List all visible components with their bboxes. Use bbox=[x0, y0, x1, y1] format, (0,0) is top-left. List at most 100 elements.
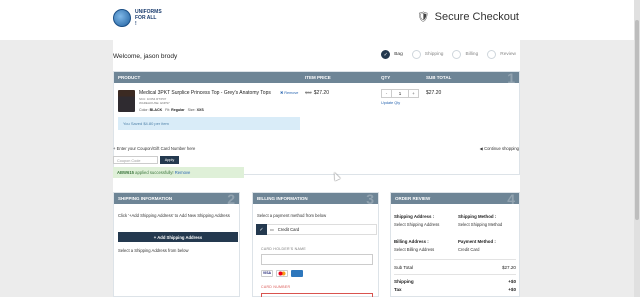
shipping-cost-value: +$0 bbox=[508, 279, 516, 284]
step-dot-icon bbox=[487, 50, 497, 59]
size-value: XXS bbox=[196, 108, 204, 112]
shipping-method-label: Shipping Method : bbox=[458, 214, 497, 219]
shipping-panel-header: SHIPPING INFORMATION 2 bbox=[114, 191, 239, 207]
fit-label: Fit: bbox=[165, 108, 171, 112]
shield-icon: 🛡 bbox=[416, 11, 430, 23]
scrollbar[interactable] bbox=[634, 0, 640, 297]
subtotal-row: Sub Total $27.20 bbox=[394, 265, 516, 270]
subtotal-value: $27.20 bbox=[501, 265, 516, 270]
payment-method-value: Credit Card bbox=[458, 247, 480, 252]
color-value: BLACK bbox=[149, 108, 163, 112]
tax-row: Tax +$0 bbox=[394, 287, 516, 292]
step-bag[interactable]: ✓ Bag bbox=[381, 50, 403, 59]
remove-label: Remove bbox=[284, 91, 299, 95]
tax-label: Tax bbox=[394, 287, 402, 292]
globe-logo-icon bbox=[113, 9, 131, 27]
card-logos: VISA bbox=[261, 270, 303, 277]
billing-address-label: Billing Address : bbox=[394, 239, 429, 244]
payment-method-label: Payment Method : bbox=[458, 239, 496, 244]
coupon-code: ABW615 bbox=[117, 170, 134, 175]
remove-item-link[interactable]: ✖ Remove bbox=[280, 90, 298, 95]
coupon-success-message: ABW615 applied successfully! Remove bbox=[113, 167, 244, 178]
add-shipping-address-button[interactable]: + Add Shipping Address bbox=[118, 232, 238, 242]
check-icon: ✓ bbox=[381, 50, 391, 59]
billing-address-value: Select Billing Address bbox=[394, 247, 435, 252]
step-dot-icon bbox=[411, 50, 421, 59]
shipping-panel: SHIPPING INFORMATION 2 Click '+Add Shippi… bbox=[113, 191, 240, 297]
card-number-input[interactable] bbox=[261, 293, 373, 297]
shipping-address-label: Shipping Address : bbox=[394, 214, 435, 219]
step-dot-icon bbox=[452, 50, 462, 59]
divider bbox=[394, 274, 516, 275]
color-label: Color: bbox=[139, 108, 149, 112]
current-price: $27.20 bbox=[313, 90, 329, 96]
divider bbox=[394, 259, 516, 260]
col-product: PRODUCT bbox=[118, 75, 141, 80]
shipping-row: Shipping +$0 bbox=[394, 279, 516, 284]
coupon-input[interactable]: Coupon Code bbox=[113, 156, 158, 164]
product-name[interactable]: Medical 3PKT Surplice Princess Top - Gre… bbox=[139, 90, 271, 96]
step-billing-label: Billing bbox=[465, 52, 479, 57]
step-review[interactable]: Review bbox=[487, 50, 516, 59]
continue-shopping-link[interactable]: ◀ Continue shopping bbox=[480, 146, 519, 151]
card-number-label: CARD NUMBER bbox=[261, 285, 291, 289]
savings-notice: You Saved $4.80 per item bbox=[118, 117, 300, 130]
credit-card-option[interactable]: ✓ ▭ Credit Card bbox=[256, 224, 377, 235]
brand-logo[interactable]: UNIFORMS FOR ALL ! bbox=[113, 9, 162, 27]
shipping-address-value: Select Shipping Address bbox=[394, 222, 440, 227]
item-subtotal: $27.20 bbox=[426, 90, 442, 96]
billing-panel: BILLING INFORMATION 3 Select a payment me… bbox=[252, 191, 379, 297]
secure-checkout-label: 🛡 Secure Checkout bbox=[417, 11, 519, 23]
billing-title: BILLING INFORMATION bbox=[257, 196, 308, 201]
shipping-title: SHIPPING INFORMATION bbox=[118, 196, 173, 201]
welcome-text: Welcome, jason brody bbox=[113, 53, 178, 60]
update-qty-link[interactable]: Update Qty bbox=[381, 101, 400, 105]
order-review-panel: ORDER REVIEW 4 Shipping Address : Select … bbox=[390, 191, 520, 297]
product-variants: Color: BLACK Fit: Regular Size: XXS bbox=[139, 108, 204, 112]
card-holder-input[interactable] bbox=[261, 254, 373, 265]
secure-checkout-text: Secure Checkout bbox=[434, 11, 519, 23]
qty-plus-button[interactable]: + bbox=[409, 90, 418, 97]
trash-icon: ✖ bbox=[280, 91, 284, 95]
step-shipping[interactable]: Shipping bbox=[411, 50, 443, 59]
checkout-steps: ✓ Bag Shipping Billing Review bbox=[381, 50, 516, 59]
item-price: $32 $27.20 bbox=[305, 90, 329, 96]
product-image[interactable] bbox=[118, 90, 135, 112]
quantity-stepper[interactable]: - 1 + bbox=[381, 89, 419, 98]
billing-instruction: Select a payment method from below bbox=[257, 213, 327, 218]
remove-coupon-link[interactable]: Remove bbox=[175, 170, 191, 175]
billing-panel-header: BILLING INFORMATION 3 bbox=[253, 191, 378, 207]
coupon-toggle-link[interactable]: + Enter your Coupon/Gift Card Number her… bbox=[113, 146, 195, 151]
old-price: $32 bbox=[305, 90, 312, 95]
arrow-left-icon: ◀ bbox=[479, 146, 483, 151]
size-label: Size: bbox=[187, 108, 196, 112]
qty-minus-button[interactable]: - bbox=[382, 90, 391, 97]
site-header: UNIFORMS FOR ALL ! 🛡 Secure Checkout bbox=[0, 0, 640, 40]
visa-icon: VISA bbox=[261, 270, 273, 277]
fit-value: Regular bbox=[171, 108, 185, 112]
checkout-page: UNIFORMS FOR ALL ! 🛡 Secure Checkout Wel… bbox=[0, 0, 640, 297]
review-title: ORDER REVIEW bbox=[395, 196, 431, 201]
col-item-price: ITEM PRICE bbox=[305, 75, 331, 80]
section-number: 4 bbox=[507, 191, 515, 207]
credit-card-icon: ▭ bbox=[270, 227, 274, 232]
tax-value: +$0 bbox=[508, 287, 516, 292]
main-content: Welcome, jason brody ✓ Bag Shipping Billi… bbox=[113, 40, 520, 297]
col-subtotal: SUB TOTAL bbox=[426, 75, 452, 80]
check-icon: ✓ bbox=[256, 224, 267, 235]
mastercard-icon bbox=[276, 270, 288, 277]
qty-value[interactable]: 1 bbox=[391, 90, 409, 97]
apply-coupon-button[interactable]: Apply bbox=[160, 156, 179, 164]
subtotal-label: Sub Total bbox=[394, 265, 414, 270]
section-number: 3 bbox=[366, 191, 374, 207]
cart-table-header: PRODUCT ITEM PRICE QTY SUB TOTAL 1 bbox=[114, 70, 519, 86]
shipping-method-value: Select Shipping Method bbox=[458, 222, 503, 227]
credit-card-label: Credit Card bbox=[277, 227, 300, 232]
continue-shopping-label: Continue shopping bbox=[484, 146, 519, 151]
step-bag-label: Bag bbox=[394, 52, 403, 57]
section-number: 1 bbox=[507, 70, 515, 86]
step-billing[interactable]: Billing bbox=[452, 50, 478, 59]
scrollbar-thumb[interactable] bbox=[635, 20, 639, 220]
coupon-success-text: applied successfully! bbox=[134, 170, 175, 175]
review-panel-header: ORDER REVIEW 4 bbox=[391, 191, 519, 207]
